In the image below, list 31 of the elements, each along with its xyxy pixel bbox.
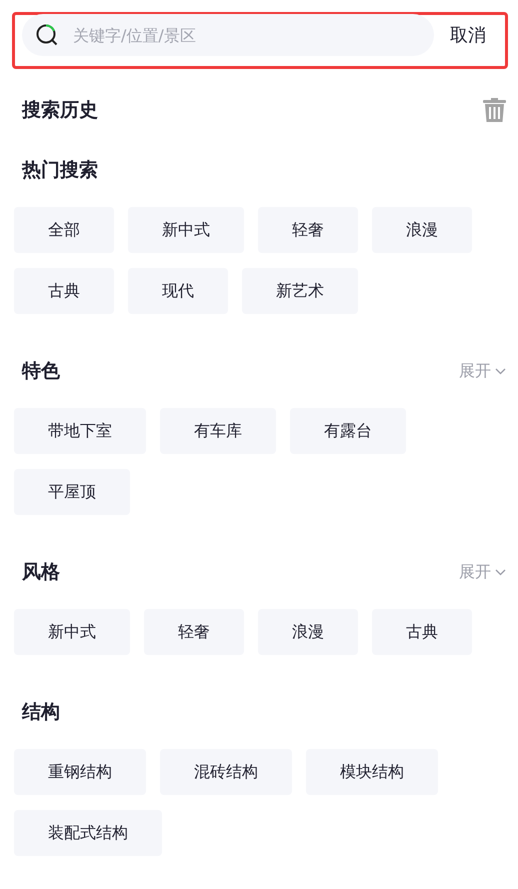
tag-chip[interactable]: 有露台	[290, 408, 406, 454]
tag-chip[interactable]: 新艺术	[242, 268, 358, 314]
tag-chip[interactable]: 全部	[14, 207, 114, 253]
section-title: 搜索历史	[22, 98, 98, 123]
tag-chip[interactable]: 轻奢	[144, 609, 244, 655]
tag-chip[interactable]: 混砖结构	[160, 749, 292, 795]
section-title: 风格	[22, 560, 60, 585]
tag-chip[interactable]: 平屋顶	[14, 469, 130, 515]
cancel-button[interactable]: 取消	[450, 23, 486, 47]
search-icon	[35, 23, 59, 47]
tag-chip[interactable]: 模块结构	[306, 749, 438, 795]
tag-chip[interactable]: 古典	[372, 609, 472, 655]
tag-chip[interactable]: 浪漫	[372, 207, 472, 253]
chevron-down-icon	[495, 368, 506, 374]
section-title: 特色	[22, 359, 60, 384]
tag-chip[interactable]: 重钢结构	[14, 749, 146, 795]
tag-chip[interactable]: 轻奢	[258, 207, 358, 253]
tag-chip[interactable]: 新中式	[14, 609, 130, 655]
chevron-down-icon	[495, 568, 506, 576]
tag-chip[interactable]: 装配式结构	[14, 810, 162, 856]
search-input[interactable]: 关键字/位置/景区	[71, 24, 415, 46]
tag-chip[interactable]: 浪漫	[258, 609, 358, 655]
search-field[interactable]: 关键字/位置/景区	[22, 14, 434, 56]
tag-chip[interactable]: 新中式	[128, 207, 244, 253]
tag-chip[interactable]: 现代	[128, 268, 228, 314]
tag-chip[interactable]: 古典	[14, 268, 114, 314]
section-title: 结构	[22, 700, 60, 725]
trash-icon[interactable]	[483, 98, 506, 122]
tag-chip[interactable]: 有车库	[160, 408, 276, 454]
tag-chip[interactable]: 带地下室	[14, 408, 146, 454]
section-title: 热门搜索	[22, 158, 98, 183]
